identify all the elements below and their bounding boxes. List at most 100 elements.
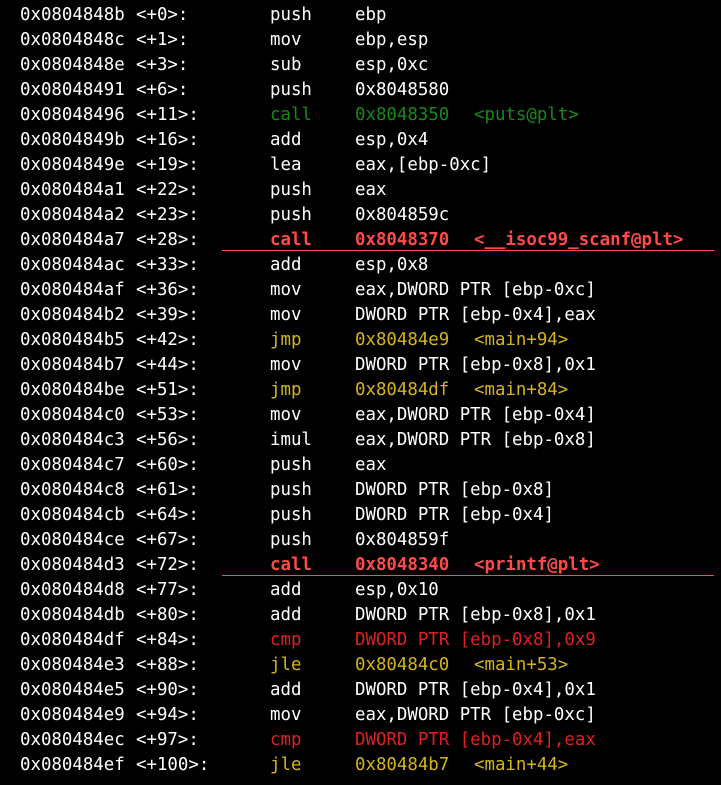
instruction-address: 0x080484ce: [20, 530, 125, 550]
instruction-row[interactable]: 0x080484be <+51>: jmp 0x80484df <main+84>: [0, 378, 721, 403]
instruction-row[interactable]: 0x080484c7 <+60>: push eax: [0, 453, 721, 478]
instruction-symbol: <puts@plt>: [474, 105, 579, 125]
instruction-row[interactable]: 0x0804848e <+3>: sub esp,0xc: [0, 53, 721, 78]
instruction-row[interactable]: 0x08048496 <+11>: call 0x8048350 <puts@plt>: [0, 103, 721, 128]
instruction-row[interactable]: 0x080484d8 <+77>: add esp,0x10: [0, 578, 721, 603]
instruction-address: 0x080484ec: [20, 730, 125, 750]
instruction-address: 0x08048491: [20, 80, 125, 100]
instruction-row[interactable]: 0x080484c8 <+61>: push DWORD PTR [ebp-0x8]: [0, 478, 721, 503]
instruction-mnemonic: cmp: [270, 730, 302, 750]
instruction-symbol: <main+44>: [474, 755, 569, 775]
instruction-offset: <+11>:: [136, 105, 199, 125]
instruction-offset: <+100>:: [136, 755, 210, 775]
instruction-row[interactable]: 0x0804848b <+0>: push ebp: [0, 3, 721, 28]
instruction-offset: <+90>:: [136, 680, 199, 700]
instruction-row[interactable]: 0x080484c0 <+53>: mov eax,DWORD PTR [ebp-0x…: [0, 403, 721, 428]
instruction-address: 0x080484af: [20, 280, 125, 300]
instruction-row[interactable]: 0x080484d3 <+72>: call 0x8048340 <printf@plt…: [0, 553, 721, 578]
instruction-mnemonic: push: [270, 530, 312, 550]
instruction-offset: <+88>:: [136, 655, 199, 675]
instruction-address: 0x080484c7: [20, 455, 125, 475]
instruction-row[interactable]: 0x080484b5 <+42>: jmp 0x80484e9 <main+94>: [0, 328, 721, 353]
instruction-mnemonic: lea: [270, 155, 302, 175]
instruction-offset: <+42>:: [136, 330, 199, 350]
instruction-address: 0x080484ac: [20, 255, 125, 275]
instruction-row[interactable]: 0x080484a7 <+28>: call 0x8048370 <__isoc99_s…: [0, 228, 721, 253]
instruction-address: 0x080484d3: [20, 555, 125, 575]
instruction-address: 0x080484c0: [20, 405, 125, 425]
instruction-mnemonic: jle: [270, 655, 302, 675]
instruction-operand: esp,0x10: [355, 580, 439, 600]
instruction-mnemonic: push: [270, 505, 312, 525]
instruction-offset: <+97>:: [136, 730, 199, 750]
instruction-address: 0x080484c3: [20, 430, 125, 450]
instruction-row[interactable]: 0x080484af <+36>: mov eax,DWORD PTR [ebp-0x…: [0, 278, 721, 303]
instruction-row[interactable]: 0x0804849e <+19>: lea eax,[ebp-0xc]: [0, 153, 721, 178]
instruction-mnemonic: mov: [270, 30, 302, 50]
instruction-mnemonic: mov: [270, 305, 302, 325]
instruction-operand: 0x804859f: [355, 530, 450, 550]
call-highlight-underline: [222, 575, 714, 576]
instruction-row[interactable]: 0x0804848c <+1>: mov ebp,esp: [0, 28, 721, 53]
instruction-row[interactable]: 0x080484c3 <+56>: imul eax,DWORD PTR [ebp-0…: [0, 428, 721, 453]
instruction-row[interactable]: 0x080484ac <+33>: add esp,0x8: [0, 253, 721, 278]
instruction-operand: DWORD PTR [ebp-0x4]: [355, 505, 554, 525]
instruction-operand: DWORD PTR [ebp-0x8],0x9: [355, 630, 596, 650]
instruction-row[interactable]: 0x080484cb <+64>: push DWORD PTR [ebp-0x4]: [0, 503, 721, 528]
instruction-mnemonic: jmp: [270, 330, 302, 350]
instruction-address: 0x080484db: [20, 605, 125, 625]
instruction-mnemonic: call: [270, 105, 312, 125]
instruction-row[interactable]: 0x080484b7 <+44>: mov DWORD PTR [ebp-0x8],0…: [0, 353, 721, 378]
instruction-address: 0x0804848b: [20, 5, 125, 25]
instruction-offset: <+56>:: [136, 430, 199, 450]
instruction-address: 0x080484ef: [20, 755, 125, 775]
instruction-row[interactable]: 0x080484b2 <+39>: mov DWORD PTR [ebp-0x4],e…: [0, 303, 721, 328]
disassembly-listing: 0x0804848b <+0>: push ebp 0x0804848c <+1>: mov…: [0, 0, 721, 785]
instruction-offset: <+94>:: [136, 705, 199, 725]
instruction-offset: <+51>:: [136, 380, 199, 400]
instruction-offset: <+67>:: [136, 530, 199, 550]
instruction-offset: <+84>:: [136, 630, 199, 650]
instruction-operand: ebp,esp: [355, 30, 429, 50]
instruction-row[interactable]: 0x080484e3 <+88>: jle 0x80484c0 <main+53>: [0, 653, 721, 678]
instruction-offset: <+44>:: [136, 355, 199, 375]
instruction-row[interactable]: 0x08048491 <+6>: push 0x8048580: [0, 78, 721, 103]
instruction-row[interactable]: 0x0804849b <+16>: add esp,0x4: [0, 128, 721, 153]
instruction-row[interactable]: 0x080484e5 <+90>: add DWORD PTR [ebp-0x4],0…: [0, 678, 721, 703]
instruction-address: 0x080484b2: [20, 305, 125, 325]
instruction-row[interactable]: 0x080484ef <+100>: jle 0x80484b7 <main+44>: [0, 753, 721, 778]
instruction-row[interactable]: 0x080484ec <+97>: cmp DWORD PTR [ebp-0x4],e…: [0, 728, 721, 753]
instruction-address: 0x080484a1: [20, 180, 125, 200]
instruction-mnemonic: add: [270, 255, 302, 275]
instruction-offset: <+60>:: [136, 455, 199, 475]
instruction-mnemonic: mov: [270, 705, 302, 725]
instruction-operand: esp,0x4: [355, 130, 429, 150]
instruction-address: 0x080484e5: [20, 680, 125, 700]
instruction-row[interactable]: 0x080484df <+84>: cmp DWORD PTR [ebp-0x8],0…: [0, 628, 721, 653]
instruction-address: 0x080484d8: [20, 580, 125, 600]
instruction-offset: <+53>:: [136, 405, 199, 425]
instruction-operand: eax,DWORD PTR [ebp-0xc]: [355, 280, 596, 300]
instruction-operand: eax,[ebp-0xc]: [355, 155, 492, 175]
instruction-address: 0x080484a7: [20, 230, 125, 250]
instruction-mnemonic: jmp: [270, 380, 302, 400]
instruction-address: 0x080484b5: [20, 330, 125, 350]
instruction-offset: <+77>:: [136, 580, 199, 600]
instruction-address: 0x080484a2: [20, 205, 125, 225]
instruction-row[interactable]: 0x080484a1 <+22>: push eax: [0, 178, 721, 203]
instruction-operand: 0x80484c0: [355, 655, 450, 675]
instruction-row[interactable]: 0x080484a2 <+23>: push 0x804859c: [0, 203, 721, 228]
instruction-row[interactable]: 0x080484e9 <+94>: mov eax,DWORD PTR [ebp-0x…: [0, 703, 721, 728]
instruction-operand: eax,DWORD PTR [ebp-0x4]: [355, 405, 596, 425]
instruction-address: 0x0804849b: [20, 130, 125, 150]
instruction-row[interactable]: 0x080484db <+80>: add DWORD PTR [ebp-0x8],0…: [0, 603, 721, 628]
instruction-operand: DWORD PTR [ebp-0x4],eax: [355, 730, 596, 750]
instruction-operand: DWORD PTR [ebp-0x8],0x1: [355, 605, 596, 625]
instruction-address: 0x0804848e: [20, 55, 125, 75]
instruction-address: 0x080484c8: [20, 480, 125, 500]
instruction-row[interactable]: 0x080484ce <+67>: push 0x804859f: [0, 528, 721, 553]
instruction-mnemonic: push: [270, 80, 312, 100]
instruction-operand: DWORD PTR [ebp-0x8],0x1: [355, 355, 596, 375]
instruction-symbol: <main+84>: [474, 380, 569, 400]
instruction-offset: <+6>:: [136, 80, 189, 100]
